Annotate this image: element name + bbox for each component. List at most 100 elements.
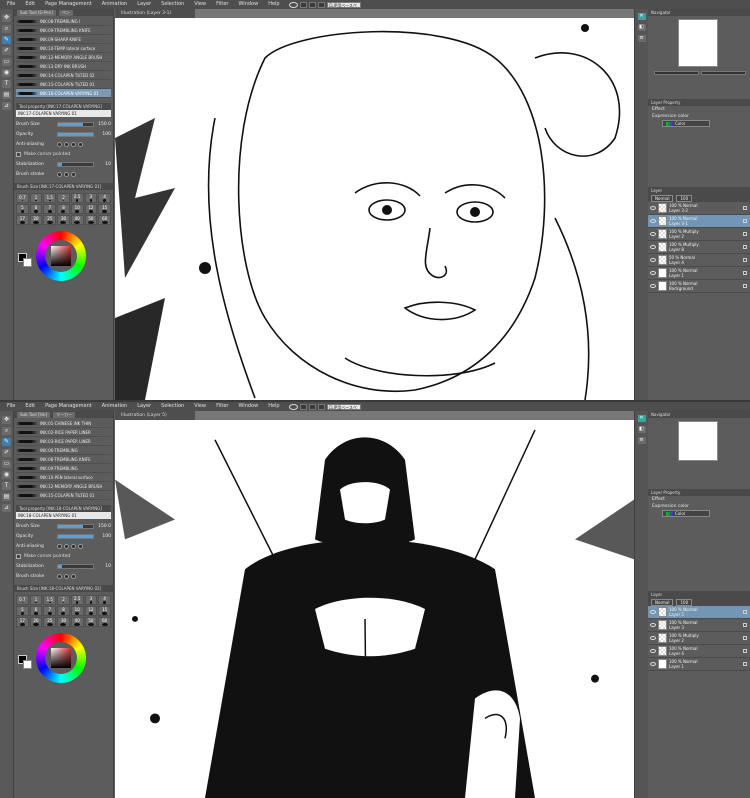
brush-item[interactable]: INK:09-TREMBLING (16, 464, 111, 473)
brush-stroke-options[interactable] (57, 573, 76, 579)
navigator-thumbnail[interactable] (678, 421, 718, 461)
brush-size-preset[interactable]: 15 (98, 606, 111, 616)
brush-size-preset[interactable]: 0.7 (16, 595, 29, 605)
brush-size-preset[interactable]: 3 (84, 595, 98, 605)
brush-item[interactable]: INK:09-SHARP KNIFE (16, 35, 111, 44)
layer-opacity-value[interactable]: 100 (676, 598, 693, 606)
brush-item[interactable]: INK:09-TREMBLING KNIFE (16, 26, 111, 35)
brush-size-preset[interactable]: 50 (84, 617, 98, 627)
undo-button[interactable] (299, 403, 307, 410)
layer-visibility-icon[interactable] (650, 258, 656, 262)
layer-icon[interactable]: ≡ (637, 35, 646, 42)
expression-color-dropdown[interactable]: Color (662, 120, 710, 127)
layer-lock-icon[interactable] (743, 610, 747, 614)
gradient-icon[interactable]: ▤ (2, 493, 11, 501)
stabilization-slider[interactable] (57, 161, 94, 167)
opacity-slider[interactable] (57, 131, 94, 137)
brush-item[interactable]: INK:01-CHINESE INK THIN (16, 419, 111, 428)
brush-size-preset[interactable]: 8 (57, 606, 70, 616)
sub-color-swatch[interactable] (23, 660, 32, 669)
menu-filter[interactable]: Filter (211, 0, 233, 9)
save-button[interactable] (317, 403, 325, 410)
menu-edit[interactable]: Edit (20, 402, 40, 411)
stabilization-slider[interactable] (57, 563, 94, 569)
layer-row[interactable]: 100 % Normal Layer 3-1 (648, 215, 750, 228)
layer-visibility-icon[interactable] (650, 271, 656, 275)
brush-item[interactable]: INK:08-TREMBLING KNIFE (16, 455, 111, 464)
canvas-tab[interactable]: Illustration (Layer 5) (115, 411, 195, 420)
menu-animation[interactable]: Animation (97, 402, 133, 411)
layer-lock-icon[interactable] (743, 206, 747, 210)
antialias-options[interactable] (57, 141, 83, 147)
layer-visibility-icon[interactable] (650, 245, 656, 249)
layer-visibility-icon[interactable] (650, 284, 656, 288)
brush-size-preset[interactable]: 5 (16, 606, 29, 616)
saturation-square[interactable] (51, 648, 71, 668)
layer-lock-icon[interactable] (743, 245, 747, 249)
menu-filter[interactable]: Filter (211, 402, 233, 411)
blend-mode-select[interactable]: Normal (651, 598, 674, 606)
subtool-group-tab[interactable]: ペン (58, 9, 73, 16)
layer-row[interactable]: 100 % Normal Layer 3-2 (648, 202, 750, 215)
brush-item[interactable]: INK:02-RICE PAPER LINER (16, 428, 111, 437)
pen-icon[interactable]: ✎ (2, 36, 11, 44)
brush-size-preset[interactable]: 1.5 (43, 193, 57, 203)
expression-color-dropdown[interactable]: Color (662, 510, 710, 517)
brush-size-preset[interactable]: 10 (70, 606, 84, 616)
opacity-value[interactable]: 100 (97, 534, 111, 539)
redo-button[interactable] (308, 1, 316, 8)
brush-item[interactable]: INK:06-TREMBLING (16, 446, 111, 455)
layer-row[interactable]: 100 % Multiply Layer 2 (648, 228, 750, 241)
navigator-icon[interactable]: ◧ (637, 426, 646, 433)
subtool-group-tab[interactable]: マーカー (53, 411, 76, 418)
brush-size-preset[interactable]: 1 (29, 595, 43, 605)
brush-size-slider[interactable] (57, 523, 94, 529)
text-icon[interactable]: T (2, 80, 11, 88)
menu-selection[interactable]: Selection (156, 0, 189, 9)
menu-file[interactable]: File (2, 402, 20, 411)
brush-item[interactable]: INK:16-COLAPEN VARYING 01 (16, 89, 111, 98)
fill-icon[interactable]: ◉ (2, 69, 11, 77)
navigator-icon[interactable]: ◧ (637, 24, 646, 31)
canvas[interactable] (115, 18, 634, 400)
brush-stroke-options[interactable] (57, 171, 76, 177)
brush-size-preset[interactable]: 1 (29, 193, 43, 203)
command-bar-chip[interactable]: CLIP用ベースページ (326, 1, 361, 13)
brush-size-preset[interactable]: 7 (43, 606, 57, 616)
eraser-icon[interactable]: ▭ (2, 58, 11, 66)
sub-color-swatch[interactable] (23, 258, 32, 267)
layer-lock-icon[interactable] (743, 623, 747, 627)
subtool-tab[interactable]: Sub Tool [Ink] (17, 411, 51, 418)
menu-page-management[interactable]: Page Management (40, 0, 97, 9)
brush-size-value[interactable]: 150.0 (97, 122, 111, 127)
layer-lock-icon[interactable] (743, 258, 747, 262)
brush-size-preset[interactable]: 2 (57, 595, 70, 605)
canvas-tab[interactable]: Illustration (Layer 3-1) (115, 9, 195, 18)
brush-size-preset[interactable]: 30 (57, 215, 70, 225)
eye-icon[interactable] (288, 403, 298, 410)
layer-lock-icon[interactable] (743, 649, 747, 653)
brush-size-preset[interactable]: 17 (16, 215, 29, 225)
layer-lock-icon[interactable] (743, 219, 747, 223)
brush-size-preset[interactable]: 17 (16, 617, 29, 627)
brush-item[interactable]: INK:14-COLAPEN TILTED 02 (16, 71, 111, 80)
subtool-tab[interactable]: Sub Tool [G-Pen] (17, 9, 56, 16)
layer-visibility-icon[interactable] (650, 623, 656, 627)
zoom-icon[interactable]: ⌕ (2, 427, 11, 435)
brush-size-preset[interactable]: 1.5 (43, 595, 57, 605)
brush-size-preset[interactable]: 12 (84, 606, 98, 616)
menu-layer[interactable]: Layer (132, 402, 156, 411)
layer-visibility-icon[interactable] (650, 636, 656, 640)
opacity-value[interactable]: 100 (97, 132, 111, 137)
gradient-icon[interactable]: ▤ (2, 91, 11, 99)
corner-checkbox[interactable] (16, 151, 21, 157)
brush-size-preset[interactable]: 40 (70, 215, 84, 225)
brush-item[interactable]: INK:12-MEMORY ANGLE BRUSH (16, 482, 111, 491)
opacity-slider[interactable] (57, 533, 94, 539)
layer-row[interactable]: 100 % Normal Layer 4 (648, 645, 750, 658)
ruler-icon[interactable]: ⊿ (2, 102, 11, 110)
layer-icon[interactable]: ≡ (637, 437, 646, 444)
brush-size-preset[interactable]: 10 (70, 204, 84, 214)
layer-lock-icon[interactable] (743, 636, 747, 640)
menu-edit[interactable]: Edit (20, 0, 40, 9)
